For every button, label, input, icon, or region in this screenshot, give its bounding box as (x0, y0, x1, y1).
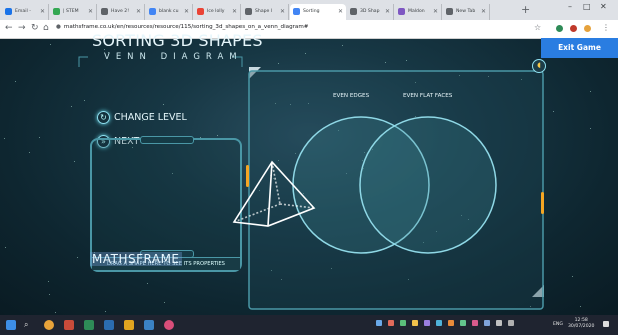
chrome-taskbar-icon[interactable] (44, 320, 54, 330)
browser-tab[interactable]: Shape l ✕ (242, 4, 289, 20)
tab-close-icon[interactable]: ✕ (136, 4, 141, 20)
tray-icon[interactable] (496, 320, 502, 326)
browser-tab[interactable]: Ice lolly ✕ (194, 4, 241, 20)
tab-close-icon[interactable]: ✕ (232, 4, 237, 20)
tray-icon[interactable] (472, 320, 478, 326)
home-icon[interactable]: ⌂ (43, 23, 49, 33)
tab-close-icon[interactable]: ✕ (280, 4, 285, 20)
tray-icon[interactable] (400, 320, 406, 326)
forward-icon[interactable]: → (18, 23, 26, 33)
word-taskbar-icon[interactable] (104, 320, 114, 330)
tab-favicon-icon (149, 8, 156, 15)
change-level-label: CHANGE LEVEL (114, 111, 187, 123)
tab-favicon-icon (446, 8, 453, 15)
tab-favicon-icon (398, 8, 405, 15)
venn-label-even-flat-faces: EVEN FLAT FACES (403, 93, 453, 99)
browser-tab[interactable]: Have 2! ✕ (98, 4, 145, 20)
tab-close-icon[interactable]: ✕ (481, 4, 486, 20)
mail-taskbar-icon[interactable] (144, 320, 154, 330)
refresh-icon: ↻ (97, 110, 110, 124)
tray-icon[interactable] (424, 320, 430, 326)
tab-label: Shape l (255, 9, 273, 14)
minimize-icon[interactable]: – (568, 2, 572, 11)
extension-icon-red[interactable] (570, 25, 577, 32)
tab-label: 3D Shap (360, 9, 380, 14)
venn-circle-even-flat-faces (359, 116, 497, 254)
tab-label: | STEM (63, 9, 79, 14)
start-icon[interactable] (6, 320, 16, 330)
mathsframe-logo: MATHSFRAME (90, 252, 182, 266)
tab-close-icon[interactable]: ✕ (338, 4, 343, 20)
tab-label: New Tab (456, 9, 476, 14)
tab-favicon-icon (5, 8, 12, 15)
tab-label: Ice lolly (207, 9, 225, 14)
back-icon[interactable]: ← (5, 23, 13, 33)
tab-favicon-icon (197, 8, 204, 15)
browser-tab[interactable]: Maldon ✕ (395, 4, 442, 20)
tab-label: Email - (15, 9, 31, 14)
explorer-taskbar-icon[interactable] (124, 320, 134, 330)
tab-label: blank cu (159, 9, 179, 14)
tray-icon[interactable] (448, 320, 454, 326)
tab-label: Maldon (408, 9, 425, 14)
speaker-icon: ◖ (537, 61, 541, 69)
game-title: SORTING 3D SHAPES (92, 31, 263, 50)
powerpoint-taskbar-icon[interactable] (64, 320, 74, 330)
browser-tab[interactable]: Email - ✕ (2, 4, 49, 20)
new-tab-button[interactable]: + (521, 3, 530, 17)
lock-icon: ● (56, 24, 61, 30)
clock-date: 30/07/2020 (568, 324, 595, 329)
tray-icon[interactable] (484, 320, 490, 326)
browser-tab-bar: Email - ✕ | STEM ✕ Have 2! ✕ blank cu ✕ Ice lo… (0, 0, 618, 20)
tab-favicon-icon (53, 8, 60, 15)
tray-icon[interactable] (460, 320, 466, 326)
tray-icon[interactable] (508, 320, 514, 326)
reload-icon[interactable]: ↻ (31, 23, 39, 33)
menu-dots-icon[interactable]: ⋮ (602, 23, 610, 33)
tab-favicon-icon (245, 8, 252, 15)
tab-label: Sorting (303, 9, 320, 14)
tray-icon[interactable] (388, 320, 394, 326)
tab-close-icon[interactable]: ✕ (88, 4, 93, 20)
tray-icon[interactable] (436, 320, 442, 326)
tray-icon[interactable] (376, 320, 382, 326)
url-field[interactable]: ● mathsframe.co.uk/en/resources/resource/… (56, 24, 309, 30)
tab-close-icon[interactable]: ✕ (184, 4, 189, 20)
windows-taskbar: ⌕ ENG 12:58 30/07/2020 (0, 315, 618, 335)
profile-avatar-icon[interactable] (584, 25, 591, 32)
url-text: mathsframe.co.uk/en/resources/resource/1… (63, 24, 309, 30)
excel-taskbar-icon[interactable] (84, 320, 94, 330)
browser-tab[interactable]: 3D Shap ✕ (347, 4, 394, 20)
tab-close-icon[interactable]: ✕ (40, 4, 45, 20)
close-window-icon[interactable]: ✕ (600, 2, 607, 11)
clock[interactable]: 12:58 30/07/2020 (568, 318, 594, 330)
app-taskbar-icon[interactable] (164, 320, 174, 330)
bookmark-star-icon[interactable]: ☆ (534, 23, 541, 33)
extension-icon-green[interactable] (556, 25, 563, 32)
browser-tab[interactable]: New Tab ✕ (443, 4, 490, 20)
tab-close-icon[interactable]: ✕ (433, 4, 438, 20)
change-level-button[interactable]: ↻ CHANGE LEVEL (97, 109, 187, 125)
venn-right-handle (541, 192, 544, 214)
tab-favicon-icon (350, 8, 357, 15)
venn-label-even-edges: EVEN EDGES (333, 93, 370, 99)
tray-icon[interactable] (412, 320, 418, 326)
tab-label: Have 2! (111, 9, 130, 14)
browser-tab[interactable]: | STEM ✕ (50, 4, 97, 20)
panel-top-tab (140, 136, 194, 144)
tab-close-icon[interactable]: ✕ (385, 4, 390, 20)
browser-tab[interactable]: Sorting ✕ (290, 4, 346, 20)
tab-favicon-icon (101, 8, 108, 15)
browser-tab[interactable]: blank cu ✕ (146, 4, 193, 20)
square-pyramid-shape[interactable] (228, 160, 320, 230)
game-subtitle: VENN DIAGRAM (104, 52, 243, 62)
notification-icon[interactable] (603, 321, 609, 327)
language-indicator[interactable]: ENG (553, 322, 563, 327)
maximize-icon[interactable]: □ (583, 2, 591, 11)
tab-favicon-icon (293, 8, 300, 15)
search-icon[interactable]: ⌕ (24, 320, 34, 330)
sound-toggle-button[interactable]: ◖ (532, 59, 546, 73)
